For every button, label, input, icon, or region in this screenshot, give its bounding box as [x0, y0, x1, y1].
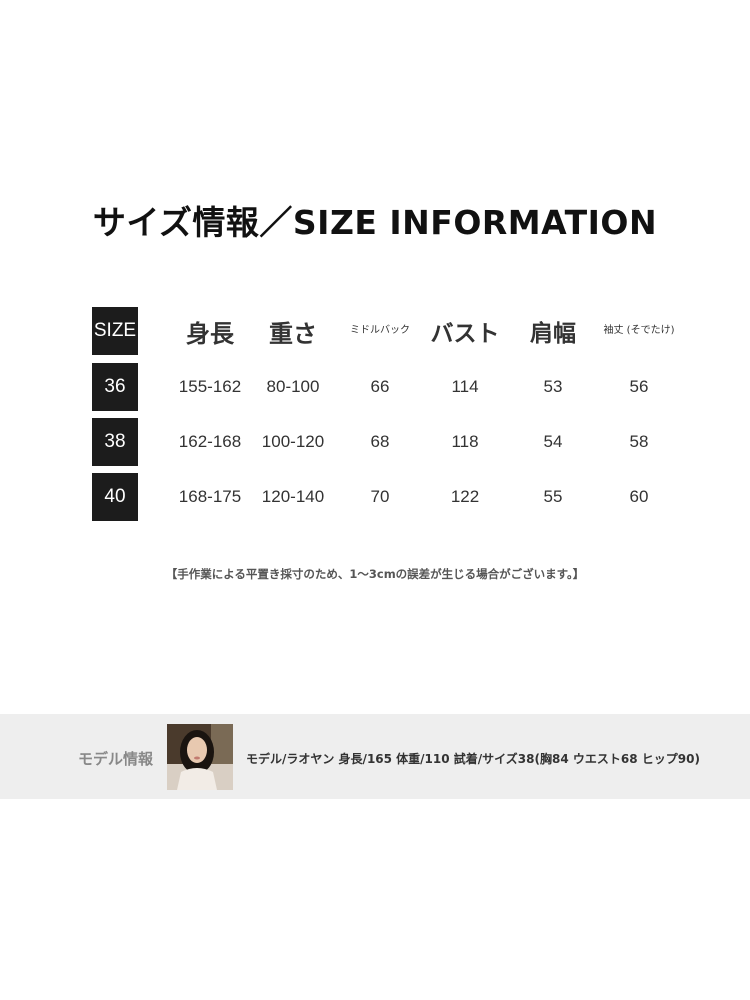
model-description: モデル/ラオヤン 身長/165 体重/110 試着/サイズ38(胸84 ウエスト… — [246, 752, 700, 766]
header-shoulder: 肩幅 — [530, 321, 576, 347]
table-row: 36 155-162 80-100 66 114 53 56 — [92, 363, 712, 411]
cell-shoulder: 54 — [543, 432, 563, 451]
table-row: 38 162-168 100-120 68 118 54 58 — [92, 418, 712, 466]
cell-middle-back: 68 — [370, 432, 390, 451]
cell-sleeve: 56 — [629, 377, 649, 396]
cell-weight: 80-100 — [266, 377, 320, 396]
table-row: 40 168-175 120-140 70 122 55 60 — [92, 473, 712, 521]
model-info-label: モデル情報 — [78, 750, 154, 768]
cell-shoulder: 55 — [543, 487, 563, 506]
size-badge: 38 — [92, 418, 138, 466]
cell-weight: 100-120 — [261, 432, 325, 451]
size-badge: 36 — [92, 363, 138, 411]
cell-middle-back: 70 — [370, 487, 390, 506]
model-photo — [167, 724, 233, 790]
cell-height: 168-175 — [178, 487, 242, 506]
cell-bust: 118 — [451, 432, 479, 451]
measurement-note: 【手作業による平置き採寸のため、1～3cmの誤差が生じる場合がございます。】 — [165, 567, 585, 581]
cell-bust: 114 — [451, 377, 479, 396]
cell-height: 162-168 — [178, 432, 242, 451]
cell-middle-back: 66 — [370, 377, 390, 396]
header-size: SIZE — [92, 307, 138, 355]
cell-shoulder: 53 — [543, 377, 563, 396]
header-bust: バスト — [430, 321, 500, 347]
cell-height: 155-162 — [178, 377, 242, 396]
cell-weight: 120-140 — [261, 487, 325, 506]
header-middle-back: ミドルバック — [350, 325, 410, 336]
cell-sleeve: 60 — [629, 487, 649, 506]
cell-bust: 122 — [450, 487, 480, 506]
page-title: サイズ情報／SIZE INFORMATION — [92, 203, 658, 242]
header-sleeve: 袖丈 (そでたけ) — [603, 325, 675, 336]
header-height: 身長 — [186, 319, 234, 348]
model-info-bar: モデル情報 モデル/ラオヤン 身長/165 体重/110 試着/サイズ38(胸8… — [0, 714, 750, 799]
size-badge: 40 — [92, 473, 138, 521]
cell-sleeve: 58 — [629, 432, 649, 451]
header-weight: 重さ — [269, 319, 317, 348]
table-header-row: SIZE 身長 重さ ミドルバック バスト 肩幅 袖丈 (そでたけ) — [92, 305, 712, 357]
